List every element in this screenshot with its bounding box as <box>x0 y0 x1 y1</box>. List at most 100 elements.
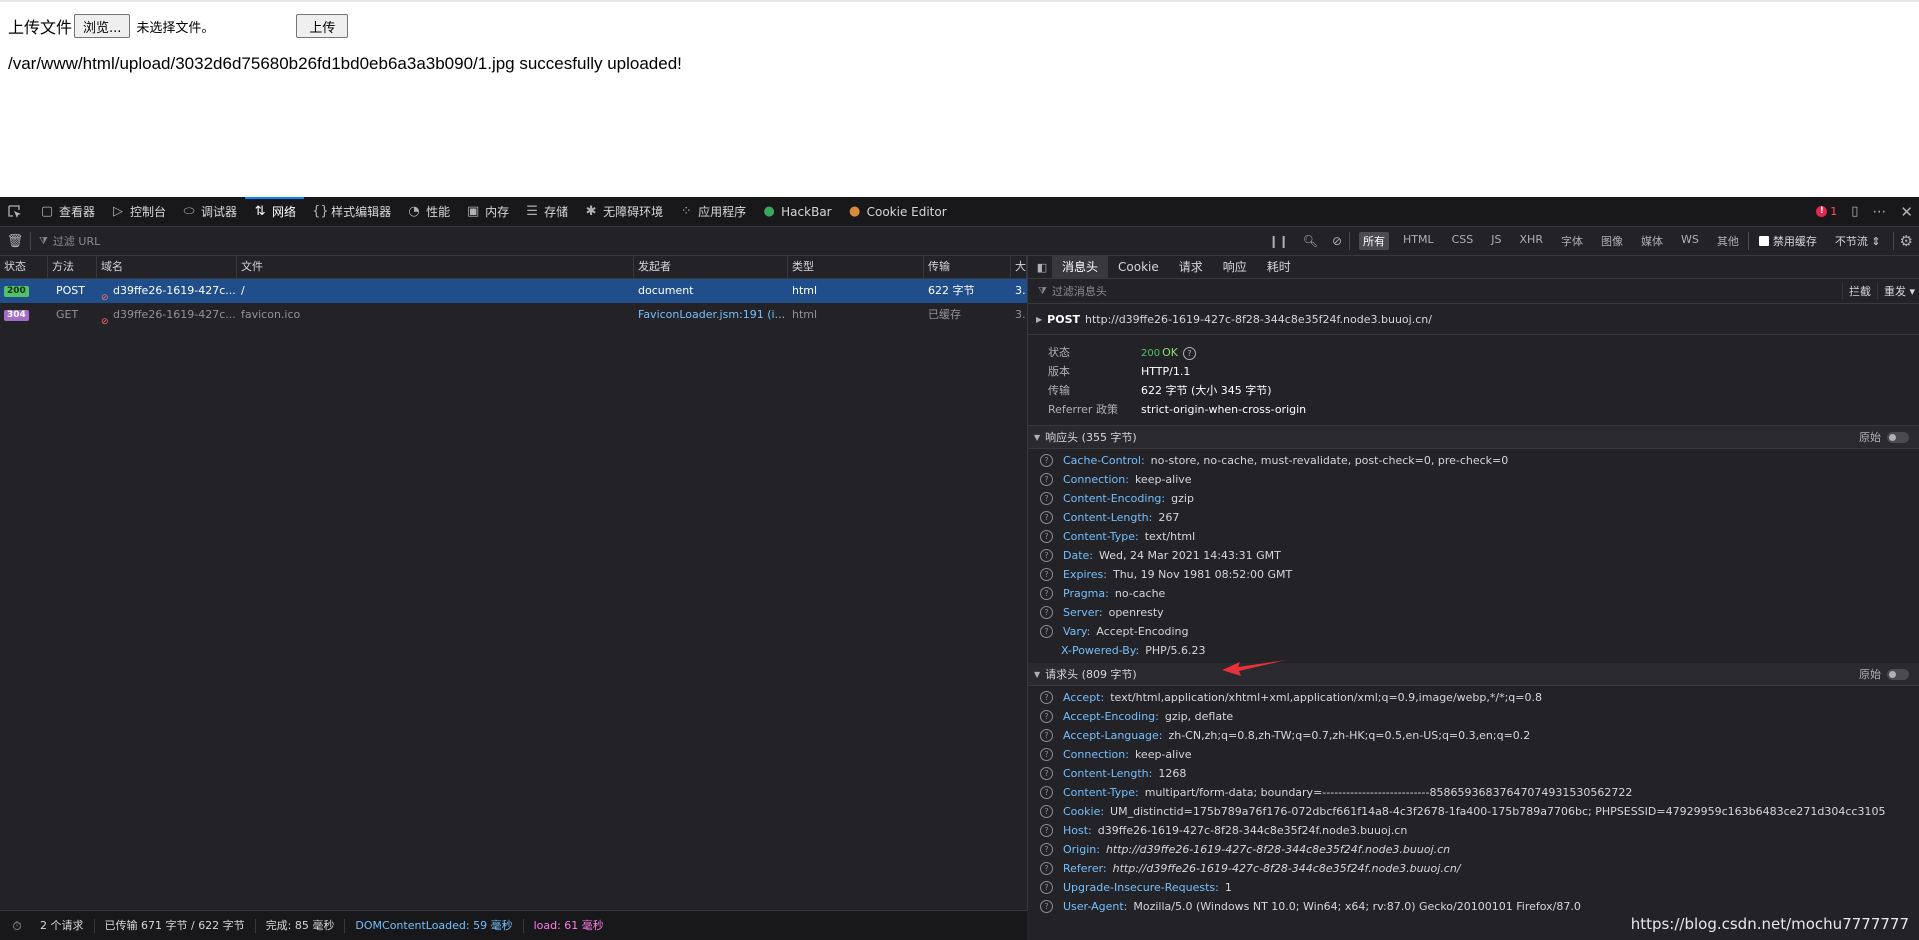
tab-style-editor[interactable]: {} 样式编辑器 <box>304 197 399 226</box>
request-row[interactable]: 200 POST ⊘ d39ffe26-1619-427c... / document ht… <box>0 279 1027 303</box>
gear-icon[interactable]: ⚙ <box>1900 232 1913 250</box>
type-filter[interactable]: 媒体 <box>1637 232 1667 250</box>
help-icon[interactable]: ? <box>1040 710 1053 723</box>
help-icon[interactable]: ? <box>1040 587 1053 600</box>
type-filter[interactable]: 所有 <box>1359 232 1389 250</box>
header-line[interactable]: ? Content-Encoding: gzip <box>1028 489 1919 508</box>
type-filter[interactable]: CSS <box>1448 232 1478 250</box>
raw-toggle[interactable]: 原始 <box>1859 666 1909 682</box>
help-icon[interactable]: ? <box>1040 530 1053 543</box>
clear-requests-icon[interactable]: 🗑 <box>0 234 30 249</box>
header-line[interactable]: ? Accept: text/html,application/xhtml+xml,… <box>1028 688 1919 707</box>
tab-storage[interactable]: ☰ 存储 <box>517 197 576 226</box>
header-line[interactable]: ? Content-Type: multipart/form-data; bound… <box>1028 783 1919 802</box>
type-filter[interactable]: 图像 <box>1597 232 1627 250</box>
response-headers-section-header[interactable]: ▼ 响应头 (355 字节) 原始 <box>1028 426 1919 449</box>
type-filter[interactable]: XHR <box>1516 232 1547 250</box>
help-icon[interactable]: ? <box>1040 748 1053 761</box>
help-icon[interactable]: ? <box>1040 729 1053 742</box>
header-line[interactable]: ? Accept-Language: zh-CN,zh;q=0.8,zh-TW;q=… <box>1028 726 1919 745</box>
header-line[interactable]: ? Vary: Accept-Encoding <box>1028 622 1919 641</box>
header-line[interactable]: ? Cookie: UM_distinctid=175b789a76f176-072… <box>1028 802 1919 821</box>
header-line[interactable]: ? Content-Length: 267 <box>1028 508 1919 527</box>
header-line[interactable]: ? Accept-Encoding: gzip, deflate <box>1028 707 1919 726</box>
help-icon[interactable]: ? <box>1040 473 1053 486</box>
throttle-select[interactable]: 不节流 ⇕ <box>1835 233 1881 249</box>
disable-cache-checkbox[interactable]: 禁用缓存 <box>1758 233 1817 249</box>
search-icon[interactable]: 🔍︎ <box>1303 234 1318 248</box>
help-icon[interactable]: ? <box>1040 549 1053 562</box>
error-count-badge[interactable]: ! 1 <box>1816 205 1837 218</box>
column-header[interactable]: 传输 <box>924 256 1011 278</box>
help-icon[interactable]: ? <box>1040 881 1053 894</box>
more-options-icon[interactable]: ⋯ <box>1872 204 1886 220</box>
header-line[interactable]: ? Origin: http://d39ffe26-1619-427c-8f28-3… <box>1028 840 1919 859</box>
header-line[interactable]: ? Pragma: no-cache <box>1028 584 1919 603</box>
details-tab[interactable]: 消息头 <box>1052 256 1109 278</box>
toggle-panel-icon[interactable]: ◧ <box>1032 261 1052 274</box>
tab-debugger[interactable]: ⬭ 调试器 <box>174 197 245 226</box>
tab-console[interactable]: ▷ 控制台 <box>103 197 174 226</box>
details-tab[interactable]: 耗时 <box>1257 256 1301 278</box>
resend-button[interactable]: 重发 ▾ <box>1876 283 1915 299</box>
header-line[interactable]: ? Server: openresty <box>1028 603 1919 622</box>
tab-network[interactable]: ⇅ 网络 <box>245 197 305 226</box>
help-icon[interactable]: ? <box>1182 346 1196 360</box>
tab-performance[interactable]: ◔ 性能 <box>399 197 458 226</box>
stopwatch-icon[interactable]: ⏱ <box>8 919 26 933</box>
header-line[interactable]: ? Expires: Thu, 19 Nov 1981 08:52:00 GMT <box>1028 565 1919 584</box>
help-icon[interactable]: ? <box>1040 767 1053 780</box>
header-line[interactable]: ? Connection: keep-alive <box>1028 470 1919 489</box>
details-tab[interactable]: 请求 <box>1169 256 1213 278</box>
tab-cookie[interactable]: ● Cookie Editor <box>840 197 955 226</box>
pause-icon[interactable]: ❙❙ <box>1269 234 1289 248</box>
help-icon[interactable]: ? <box>1040 511 1053 524</box>
help-icon[interactable]: ? <box>1040 691 1053 704</box>
upload-button[interactable]: 上传 <box>296 14 349 38</box>
column-header[interactable]: 发起者 <box>634 256 788 278</box>
type-filter[interactable]: HTML <box>1399 232 1438 250</box>
browse-button[interactable]: 浏览... <box>74 14 131 38</box>
header-line[interactable]: ? Date: Wed, 24 Mar 2021 14:43:31 GMT <box>1028 546 1919 565</box>
tab-inspector[interactable]: ▢ 查看器 <box>32 197 103 226</box>
tab-accessibility[interactable]: ✱ 无障碍环境 <box>576 197 671 226</box>
header-line[interactable]: ? Referer: http://d39ffe26-1619-427c-8f28-… <box>1028 859 1919 878</box>
help-icon[interactable]: ? <box>1040 805 1053 818</box>
filter-url-input[interactable]: ⧩ 过滤 URL <box>39 233 1279 249</box>
column-header[interactable]: 文件 <box>237 256 634 278</box>
help-icon[interactable]: ? <box>1040 454 1053 467</box>
type-filter[interactable]: JS <box>1487 232 1505 250</box>
header-line[interactable]: ? Content-Length: 1268 <box>1028 764 1919 783</box>
request-initiator[interactable]: FaviconLoader.jsm:191 (i... <box>634 303 788 327</box>
header-line[interactable]: ? User-Agent: Mozilla/5.0 (Windows NT 10.0… <box>1028 897 1919 916</box>
header-line[interactable]: ? Host: d39ffe26-1619-427c-8f28-344c8e35f2… <box>1028 821 1919 840</box>
tab-application[interactable]: ⁘ 应用程序 <box>671 197 754 226</box>
request-headers-section-header[interactable]: ▼ 请求头 (809 字节) 原始 <box>1028 663 1919 686</box>
column-header[interactable]: 大 <box>1011 256 1027 278</box>
help-icon[interactable]: ? <box>1040 568 1053 581</box>
header-filter-input[interactable]: ⧩ 过滤消息头 拦截 重发 ▾ <box>1028 279 1919 304</box>
header-line[interactable]: ? Upgrade-Insecure-Requests: 1 <box>1028 878 1919 897</box>
details-tab[interactable]: 响应 <box>1213 256 1257 278</box>
help-icon[interactable]: ? <box>1040 492 1053 505</box>
tab-hackbar[interactable]: ● HackBar <box>754 197 839 226</box>
close-icon[interactable]: ✕ <box>1900 203 1913 221</box>
help-icon[interactable]: ? <box>1040 606 1053 619</box>
dock-icon[interactable]: ▯ <box>1851 204 1858 219</box>
help-icon[interactable]: ? <box>1040 786 1053 799</box>
help-icon[interactable]: ? <box>1040 900 1053 913</box>
column-header[interactable]: 类型 <box>788 256 924 278</box>
request-url-row[interactable]: ▶ POST http://d39ffe26-1619-427c-8f28-34… <box>1028 304 1919 335</box>
help-icon[interactable]: ? <box>1040 843 1053 856</box>
raw-toggle[interactable]: 原始 <box>1859 429 1909 445</box>
request-row[interactable]: 304 GET ⊘ d39ffe26-1619-427c... favicon.ico F… <box>0 303 1027 327</box>
help-icon[interactable]: ? <box>1040 862 1053 875</box>
column-header[interactable]: 方法 <box>48 256 97 278</box>
header-line[interactable]: ? Content-Type: text/html <box>1028 527 1919 546</box>
column-header[interactable]: 状态 <box>0 256 48 278</box>
tab-memory[interactable]: ▣ 内存 <box>458 197 517 226</box>
header-line[interactable]: X-Powered-By: PHP/5.6.23 <box>1028 641 1919 660</box>
header-line[interactable]: ? Cache-Control: no-store, no-cache, must-… <box>1028 451 1919 470</box>
column-header[interactable]: 域名 <box>97 256 237 278</box>
element-picker-button[interactable] <box>0 197 32 226</box>
